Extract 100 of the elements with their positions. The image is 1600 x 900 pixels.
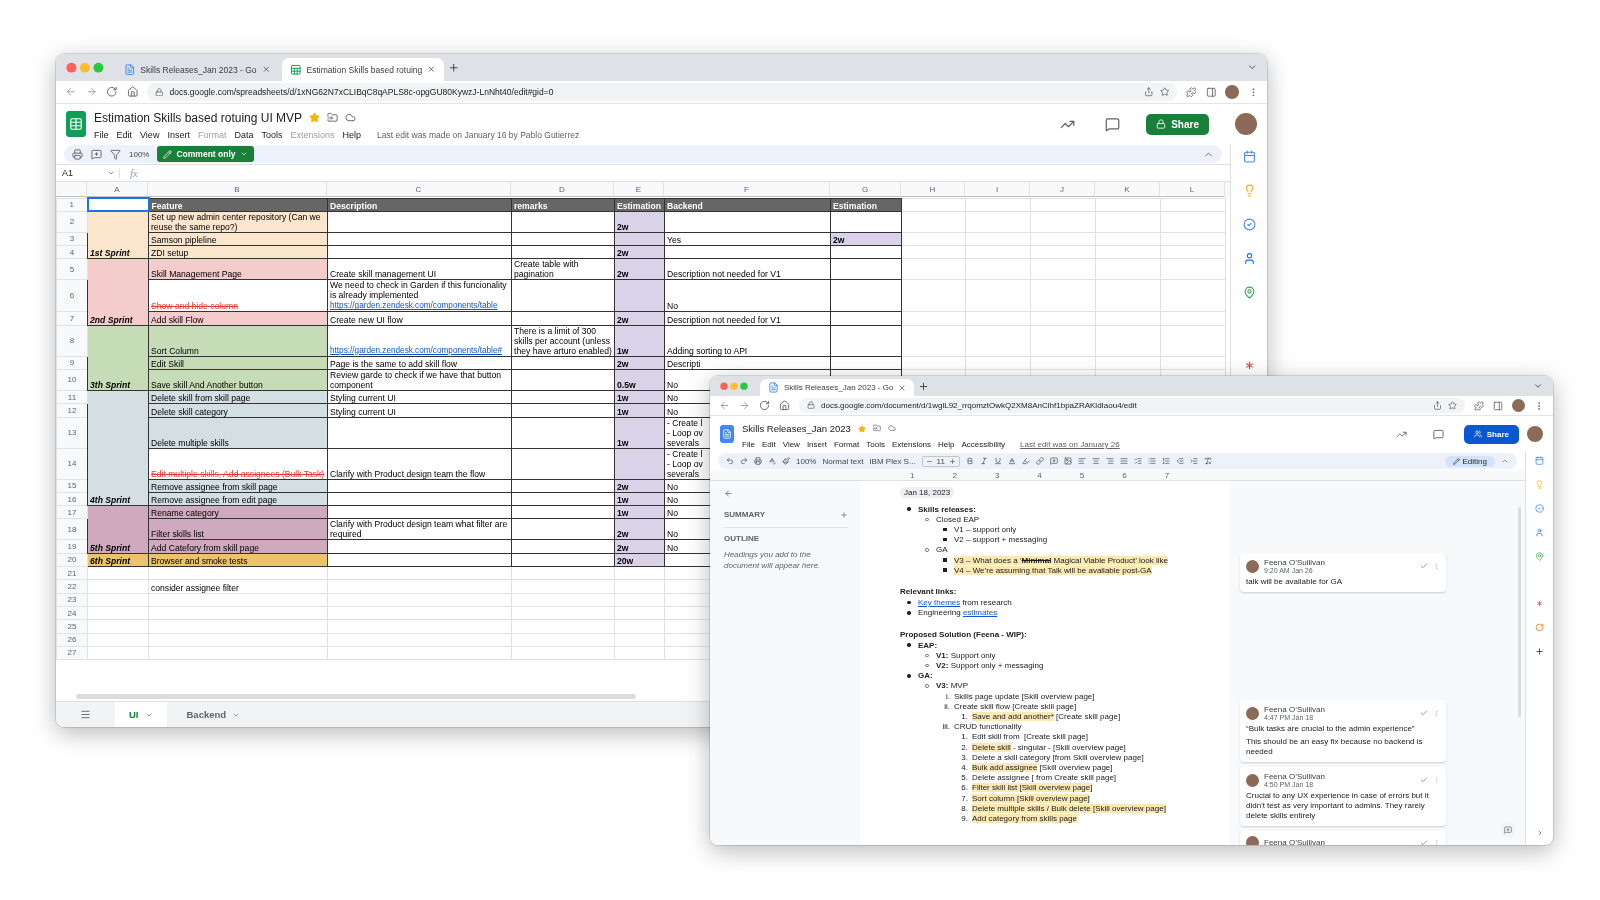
asterisk-icon[interactable] [1535, 599, 1544, 608]
last-edit-link[interactable]: Last edit was made on January 16 by Pablo Gutierrez [377, 129, 580, 140]
image-icon[interactable] [1063, 457, 1072, 465]
editing-mode-button[interactable]: Editing [1444, 455, 1495, 467]
resolve-icon[interactable] [1420, 776, 1428, 784]
italic-icon[interactable] [979, 457, 988, 465]
row-number[interactable]: 10 [56, 369, 88, 391]
extensions-icon[interactable] [1474, 400, 1484, 411]
paint-format-icon[interactable] [782, 457, 790, 465]
docs-logo[interactable] [720, 425, 734, 443]
calendar-icon[interactable] [1242, 150, 1256, 163]
menu-item[interactable]: Tools [261, 129, 283, 140]
row-number[interactable]: 18 [56, 518, 88, 540]
column-header[interactable]: J [1030, 182, 1095, 197]
move-icon[interactable] [872, 424, 881, 432]
person-icon[interactable] [1242, 252, 1256, 265]
date-chip[interactable]: Jan 18, 2023 [900, 487, 955, 498]
back-icon[interactable] [724, 489, 733, 498]
comment-only-button[interactable]: Comment only [157, 146, 254, 162]
tasks-icon[interactable] [1242, 218, 1256, 231]
row-number[interactable]: 5 [56, 258, 88, 280]
menu-item[interactable]: Help [342, 129, 361, 140]
resolve-icon[interactable] [1420, 562, 1428, 570]
forward-icon[interactable] [85, 86, 97, 98]
comments-icon[interactable] [1432, 428, 1444, 440]
new-tab-icon[interactable] [447, 61, 460, 74]
browser-tab[interactable]: Estimation Skills based rotuing [282, 58, 444, 81]
map-pin-icon[interactable] [1242, 286, 1256, 299]
comment-card[interactable]: Feena O’Sullivan [1240, 831, 1446, 845]
address-field[interactable]: docs.google.com/spreadsheets/d/1xNG62N7xCLIBqC8qAPLS8c-opgGU80KywzJ-LnNht40/edit#gid=0 [147, 83, 1177, 101]
resolve-icon[interactable] [1420, 838, 1428, 845]
home-icon[interactable] [779, 400, 790, 411]
column-header[interactable]: K [1095, 182, 1160, 197]
caret-icon[interactable] [239, 150, 248, 158]
avatar[interactable] [1527, 426, 1543, 442]
bold-icon[interactable] [965, 457, 974, 465]
row-number[interactable]: 14 [56, 448, 88, 480]
sheet-tab[interactable]: Backend [172, 702, 255, 727]
row-number[interactable]: 1 [56, 198, 88, 212]
menu-item[interactable]: Edit [761, 440, 776, 449]
numbered-list-icon[interactable] [1161, 457, 1170, 465]
reload-icon[interactable] [106, 86, 118, 98]
column-header[interactable]: C [327, 182, 511, 197]
resolve-icon[interactable] [1420, 709, 1428, 717]
bullet-list-icon[interactable] [1147, 457, 1156, 465]
print-icon[interactable] [72, 148, 83, 160]
menu-item[interactable]: Data [234, 129, 254, 140]
window-controls[interactable] [720, 381, 748, 391]
cloud-icon[interactable] [345, 112, 357, 123]
highlighter-icon[interactable] [1021, 457, 1030, 465]
menu-item[interactable]: Accessibility [961, 440, 1006, 449]
side-panel-icon[interactable] [1205, 86, 1216, 98]
menu-item[interactable]: File [94, 129, 109, 140]
tasks-icon[interactable] [1535, 504, 1544, 513]
close-icon[interactable] [898, 383, 907, 392]
forward-icon[interactable] [739, 400, 750, 411]
font-select[interactable]: IBM Plex S... [869, 456, 916, 466]
add-comment-icon[interactable] [91, 148, 102, 160]
spellcheck-icon[interactable] [768, 457, 776, 465]
menu-item[interactable]: Extensions [891, 440, 932, 449]
add-icon[interactable] [1535, 647, 1544, 656]
calendar-icon[interactable] [1535, 456, 1544, 465]
sheets-logo[interactable] [66, 111, 86, 137]
home-icon[interactable] [126, 86, 138, 98]
document-title[interactable]: Estimation Skills based rotuing UI MVP [94, 110, 303, 125]
cell-link[interactable]: https://garden.zendesk.com/components/table [330, 300, 509, 312]
avatar[interactable] [1512, 399, 1525, 412]
text-color-icon[interactable] [1007, 457, 1016, 465]
menu-item[interactable]: File [742, 440, 755, 449]
column-header[interactable]: L [1160, 182, 1225, 197]
filter-icon[interactable] [110, 148, 121, 160]
back-icon[interactable] [719, 400, 730, 411]
column-header[interactable]: F [664, 182, 830, 197]
undo-icon[interactable] [726, 457, 734, 465]
share-icon[interactable] [1144, 87, 1154, 97]
zoom-select[interactable]: 100% [796, 456, 817, 466]
menu-item[interactable]: Help [938, 440, 955, 449]
menu-item[interactable]: Insert [167, 129, 190, 140]
checklist-icon[interactable] [1133, 457, 1142, 465]
menu-item[interactable]: Tools [866, 440, 885, 449]
reload-icon[interactable] [759, 400, 770, 411]
map-pin-icon[interactable] [1535, 552, 1544, 561]
document-icon[interactable] [768, 382, 779, 394]
comments-icon[interactable] [1105, 116, 1121, 132]
all-sheets-icon[interactable] [80, 709, 91, 720]
window-controls[interactable] [66, 61, 104, 74]
align-center-icon[interactable] [1091, 457, 1100, 465]
row-number[interactable]: 2 [56, 211, 88, 233]
move-icon[interactable] [327, 112, 339, 123]
close-icon[interactable] [261, 65, 271, 74]
bookmark-star-icon[interactable] [1448, 401, 1457, 410]
column-header[interactable]: G [830, 182, 901, 197]
column-header[interactable]: E [614, 182, 664, 197]
scrollbar[interactable] [76, 694, 636, 699]
caret-icon[interactable] [107, 169, 115, 177]
lock-icon[interactable] [1156, 119, 1167, 129]
cloud-icon[interactable] [887, 424, 896, 432]
share-icon[interactable] [1433, 401, 1442, 410]
avatar[interactable] [1235, 113, 1257, 135]
align-left-icon[interactable] [1077, 457, 1086, 465]
